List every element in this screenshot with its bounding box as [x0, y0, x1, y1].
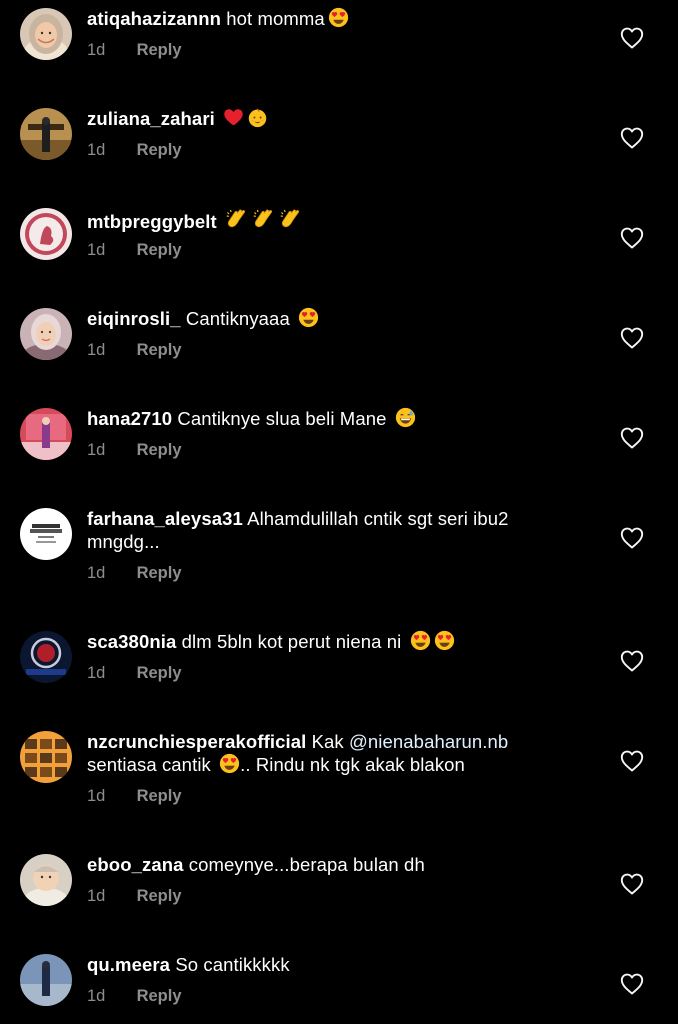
- grin-sweat-emoji-icon: [395, 407, 416, 428]
- comment-username[interactable]: farhana_aleysa31: [87, 508, 243, 529]
- comment-text: nzcrunchiesperakofficial Kak @nienabahar…: [87, 730, 582, 776]
- like-heart-icon[interactable]: [620, 973, 644, 995]
- like-heart-icon[interactable]: [620, 650, 644, 672]
- avatar[interactable]: [20, 108, 72, 160]
- comment-meta: 1d Reply: [87, 564, 182, 583]
- clap-emoji-icon: [252, 207, 276, 231]
- avatar[interactable]: [20, 508, 72, 560]
- comment-text: qu.meera So cantikkkkk: [87, 953, 582, 976]
- reply-button[interactable]: Reply: [137, 564, 182, 582]
- comment-text: atiqahazizannn hot momma: [87, 7, 582, 30]
- comment-message: dlm 5bln kot perut niena ni: [181, 631, 402, 652]
- comment-username[interactable]: hana2710: [87, 408, 172, 429]
- avatar[interactable]: [20, 208, 72, 260]
- comment-text: sca380nia dlm 5bln kot perut niena ni: [87, 630, 582, 653]
- comment-timestamp: 1d: [87, 241, 106, 259]
- comment-timestamp: 1d: [87, 887, 106, 905]
- comment-timestamp: 1d: [87, 664, 106, 682]
- comment-username[interactable]: mtbpreggybelt: [87, 211, 217, 232]
- avatar[interactable]: [20, 308, 72, 360]
- comment-username[interactable]: eiqinrosli_: [87, 308, 181, 329]
- like-heart-icon[interactable]: [620, 127, 644, 149]
- like-heart-icon[interactable]: [620, 873, 644, 895]
- heart-eyes-emoji-icon: [219, 753, 240, 774]
- comment-meta: 1d Reply: [87, 41, 182, 60]
- comment-meta: 1d Reply: [87, 987, 182, 1006]
- baby-emoji-icon: [247, 107, 268, 128]
- comment-message: So cantikkkkk: [175, 954, 290, 975]
- comment-username[interactable]: sca380nia: [87, 631, 176, 652]
- avatar[interactable]: [20, 631, 72, 683]
- comment-message: Cantiknye slua beli Mane: [177, 408, 387, 429]
- comment-timestamp: 1d: [87, 141, 106, 159]
- heart-eyes-emoji-icon: [410, 630, 431, 651]
- comment-meta: 1d Reply: [87, 141, 182, 160]
- comment-meta: 1d Reply: [87, 664, 182, 683]
- heart-eyes-emoji-icon: [434, 630, 455, 651]
- reply-button[interactable]: Reply: [137, 441, 182, 459]
- comment-message: comeynye...berapa bulan dh: [188, 854, 425, 875]
- avatar[interactable]: [20, 731, 72, 783]
- comment-message: hot momma: [226, 8, 325, 29]
- avatar[interactable]: [20, 954, 72, 1006]
- comment-meta: 1d Reply: [87, 341, 182, 360]
- comment-text: eboo_zana comeynye...berapa bulan dh: [87, 853, 582, 876]
- comment-username[interactable]: zuliana_zahari: [87, 108, 215, 129]
- comment-username[interactable]: qu.meera: [87, 954, 170, 975]
- reply-button[interactable]: Reply: [137, 141, 182, 159]
- comment-timestamp: 1d: [87, 41, 106, 59]
- comment-meta: 1d Reply: [87, 787, 182, 806]
- clap-emoji-icon: [225, 207, 249, 231]
- reply-button[interactable]: Reply: [137, 341, 182, 359]
- comment-message: .. Rindu nk tgk akak blakon: [240, 754, 465, 775]
- heart-eyes-emoji-icon: [298, 307, 319, 328]
- comment-timestamp: 1d: [87, 987, 106, 1005]
- comment-message: Kak: [311, 731, 344, 752]
- like-heart-icon[interactable]: [620, 327, 644, 349]
- like-heart-icon[interactable]: [620, 27, 644, 49]
- comment-meta: 1d Reply: [87, 887, 182, 906]
- reply-button[interactable]: Reply: [137, 887, 182, 905]
- comment-text: hana2710 Cantiknye slua beli Mane: [87, 407, 582, 430]
- avatar[interactable]: [20, 8, 72, 60]
- comment-timestamp: 1d: [87, 564, 106, 582]
- comment-timestamp: 1d: [87, 341, 106, 359]
- comment-username[interactable]: eboo_zana: [87, 854, 184, 875]
- clap-emoji-icon: [279, 207, 303, 231]
- comment-text: zuliana_zahari: [87, 107, 582, 130]
- comment-timestamp: 1d: [87, 787, 106, 805]
- like-heart-icon[interactable]: [620, 427, 644, 449]
- comment-text: eiqinrosli_ Cantiknyaaa: [87, 307, 582, 330]
- mention-link[interactable]: @nienabaharun.nb: [349, 731, 508, 752]
- like-heart-icon[interactable]: [620, 527, 644, 549]
- like-heart-icon[interactable]: [620, 750, 644, 772]
- comment-text: farhana_aleysa31 Alhamdulillah cntik sgt…: [87, 507, 582, 553]
- avatar[interactable]: [20, 408, 72, 460]
- reply-button[interactable]: Reply: [137, 664, 182, 682]
- reply-button[interactable]: Reply: [137, 241, 182, 259]
- reply-button[interactable]: Reply: [137, 787, 182, 805]
- comment-message: sentiasa cantik: [87, 754, 211, 775]
- comment-username[interactable]: atiqahazizannn: [87, 8, 221, 29]
- comment-timestamp: 1d: [87, 441, 106, 459]
- comment-username[interactable]: nzcrunchiesperakofficial: [87, 731, 306, 752]
- reply-button[interactable]: Reply: [137, 987, 182, 1005]
- comment-text: mtbpreggybelt: [87, 207, 582, 233]
- avatar[interactable]: [20, 854, 72, 906]
- red-heart-emoji-icon: [223, 107, 244, 128]
- like-heart-icon[interactable]: [620, 227, 644, 249]
- comment-meta: 1d Reply: [87, 441, 182, 460]
- comment-message: Cantiknyaaa: [185, 308, 290, 329]
- heart-eyes-emoji-icon: [328, 7, 349, 28]
- comment-meta: 1d Reply: [87, 241, 182, 260]
- reply-button[interactable]: Reply: [137, 41, 182, 59]
